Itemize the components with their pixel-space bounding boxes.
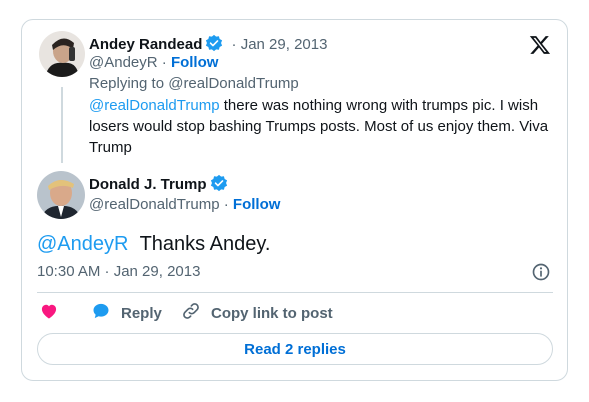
main-follow-link[interactable]: Follow <box>233 196 281 213</box>
main-tweet-text: @AndeyR Thanks Andey. <box>37 231 270 257</box>
reply-author-name[interactable]: Andey Randead <box>89 36 202 53</box>
link-icon <box>181 301 201 325</box>
replying-to-line: Replying to @realDonaldTrump <box>89 75 299 92</box>
reply-tweet-text: @realDonaldTrump there was nothing wrong… <box>89 95 559 158</box>
reply-handle-line: @AndeyR · Follow <box>89 53 218 73</box>
date-separator: · <box>231 36 237 53</box>
copy-link-action[interactable]: Copy link to post <box>181 302 333 324</box>
heart-icon <box>39 301 59 325</box>
info-icon[interactable] <box>531 262 551 282</box>
reply-bubble-icon <box>91 301 111 325</box>
main-handle-line: @realDonaldTrump · Follow <box>89 195 280 215</box>
thread-connector-line <box>61 87 63 163</box>
reply-follow-link[interactable]: Follow <box>171 54 219 71</box>
main-handle[interactable]: @realDonaldTrump <box>89 196 220 213</box>
divider <box>37 292 553 293</box>
handle-separator: · <box>223 196 229 213</box>
read-replies-button[interactable]: Read 2 replies <box>37 333 553 365</box>
main-author-name[interactable]: Donald J. Trump <box>89 176 207 193</box>
handle-separator: · <box>161 54 167 71</box>
reply-date[interactable]: Jan 29, 2013 <box>241 36 328 53</box>
main-mention-link[interactable]: @AndeyR <box>37 233 128 255</box>
x-logo-icon[interactable] <box>529 34 551 56</box>
reply-action[interactable]: Reply <box>91 302 162 324</box>
trump-avatar[interactable] <box>37 171 85 219</box>
like-action[interactable] <box>39 302 59 324</box>
main-timestamp[interactable]: 10:30 AM · Jan 29, 2013 <box>37 262 200 282</box>
andey-avatar[interactable] <box>39 31 85 77</box>
reply-handle[interactable]: @AndeyR <box>89 54 158 71</box>
reply-mention-link[interactable]: @realDonaldTrump <box>89 97 220 114</box>
main-body: Thanks Andey. <box>139 233 271 255</box>
reply-label: Reply <box>121 304 162 322</box>
copy-link-label: Copy link to post <box>211 304 333 322</box>
